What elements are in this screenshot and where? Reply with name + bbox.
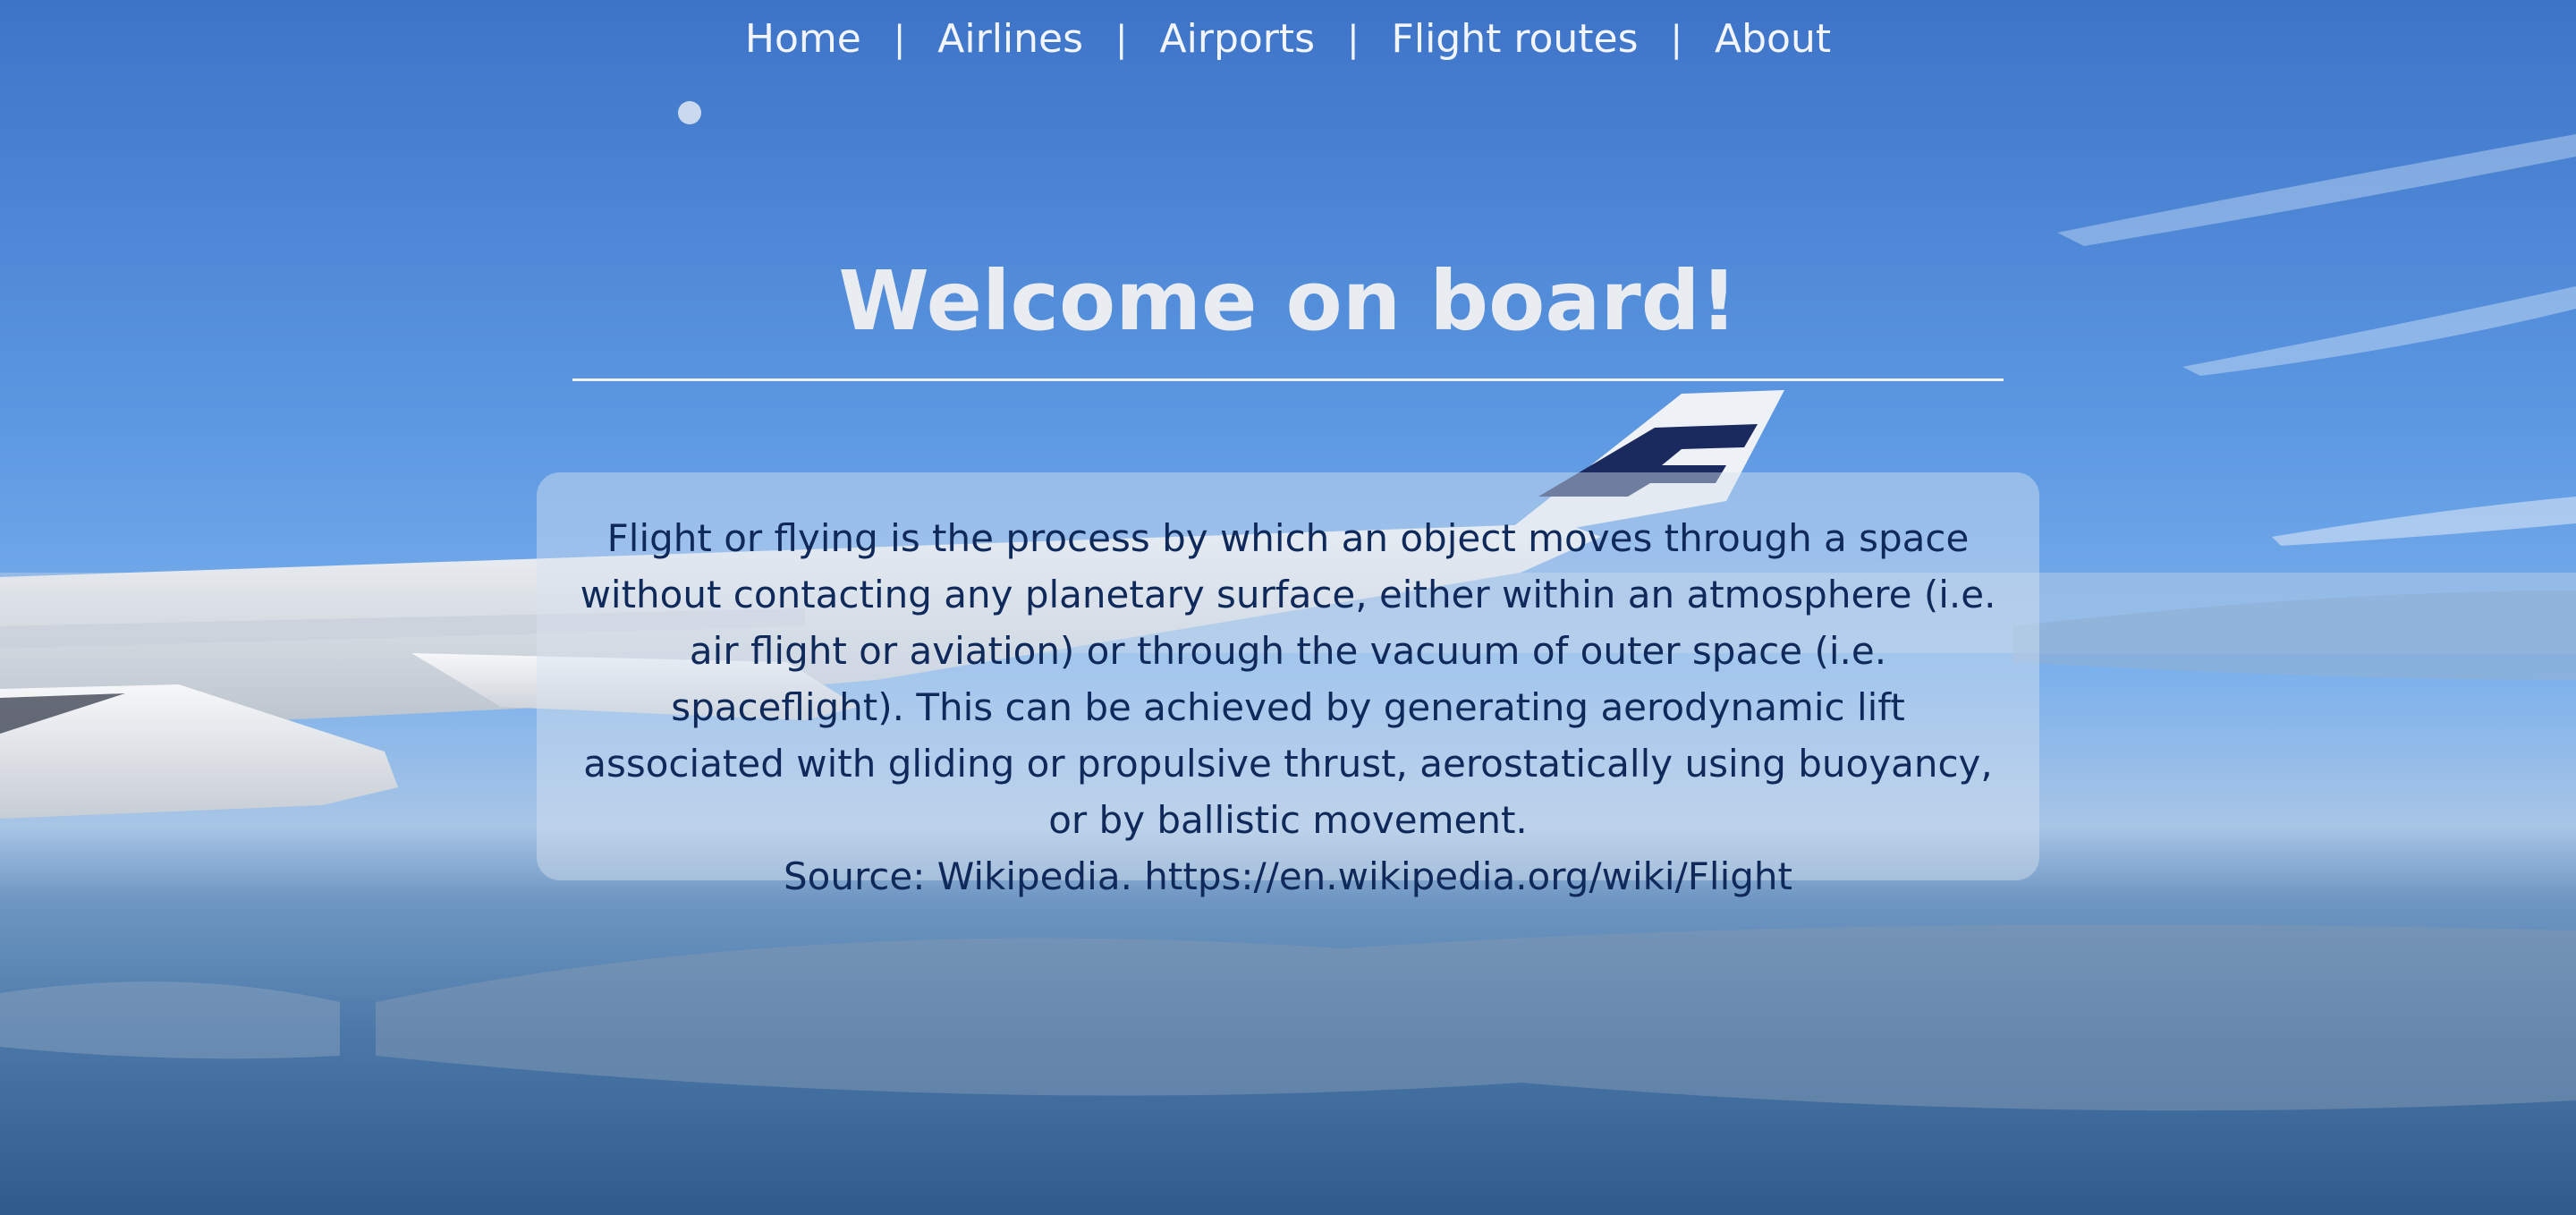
nav-about-link[interactable]: About bbox=[1682, 13, 1863, 66]
nav-separator: | bbox=[1670, 19, 1683, 60]
title-divider bbox=[572, 378, 2004, 381]
nav-separator: | bbox=[1347, 19, 1360, 60]
nav-flight-routes-link[interactable]: Flight routes bbox=[1360, 13, 1671, 66]
intro-source: Source: Wikipedia. https://en.wikipedia.… bbox=[783, 854, 1792, 898]
nav-airports-link[interactable]: Airports bbox=[1128, 13, 1348, 66]
intro-card: Flight or flying is the process by which… bbox=[537, 472, 2039, 898]
nav-separator: | bbox=[1115, 19, 1128, 60]
top-navigation: Home | Airlines | Airports | Flight rout… bbox=[0, 13, 2576, 66]
intro-text: Flight or flying is the process by which… bbox=[580, 516, 1996, 842]
nav-airlines-link[interactable]: Airlines bbox=[905, 13, 1115, 66]
page-title: Welcome on board! bbox=[838, 253, 1738, 349]
nav-separator: | bbox=[893, 19, 906, 60]
nav-home-link[interactable]: Home bbox=[713, 13, 894, 66]
